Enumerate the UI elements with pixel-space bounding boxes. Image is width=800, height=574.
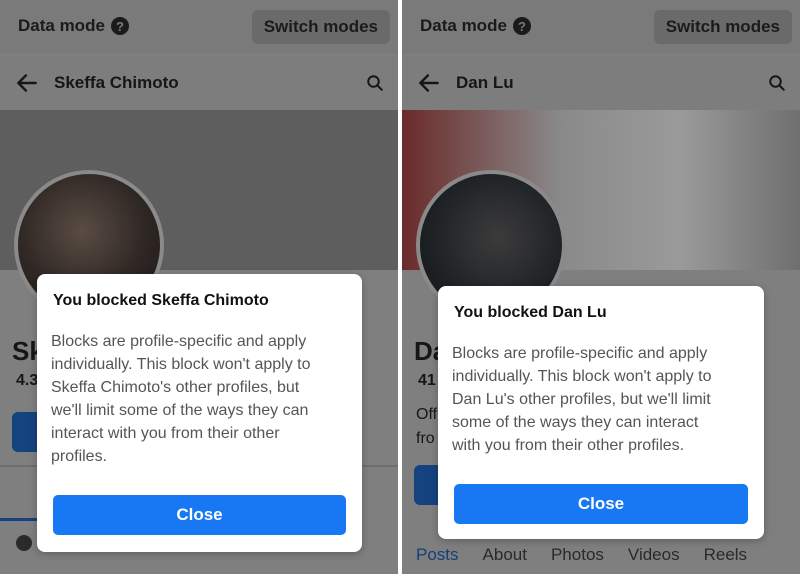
profile-header: Dan Lu bbox=[402, 56, 800, 110]
close-button[interactable]: Close bbox=[454, 484, 748, 524]
dialog-body-line: we'll limit some of the ways they can bbox=[51, 402, 309, 419]
dialog-body: Blocks are profile-specific and apply in… bbox=[51, 330, 310, 468]
dialog-body-line: individually. This block won't apply to bbox=[452, 368, 712, 385]
switch-modes-button[interactable]: Switch modes bbox=[251, 10, 390, 44]
data-mode-label: Data mode ? bbox=[420, 16, 531, 36]
block-dialog: You blocked Skeffa Chimoto Blocks are pr… bbox=[37, 274, 362, 552]
active-tab-indicator bbox=[0, 518, 40, 521]
tab-posts[interactable]: Posts bbox=[416, 545, 459, 565]
data-mode-text: Data mode bbox=[420, 16, 507, 35]
block-dialog: You blocked Dan Lu Blocks are profile-sp… bbox=[438, 286, 764, 539]
dialog-body-line: profiles. bbox=[51, 448, 108, 465]
data-mode-bar: Data mode ? Switch modes bbox=[402, 0, 800, 54]
search-icon[interactable] bbox=[768, 74, 786, 92]
dialog-body-line: Dan Lu's other profiles, but we'll limit bbox=[452, 391, 711, 408]
dialog-body-line: Skeffa Chimoto's other profiles, but bbox=[51, 379, 300, 396]
dialog-body-line: Blocks are profile-specific and apply bbox=[51, 333, 307, 350]
help-icon[interactable]: ? bbox=[512, 17, 531, 35]
profile-stat-partial: 41 bbox=[418, 372, 436, 389]
intro-text-partial: Off bbox=[416, 406, 438, 423]
intro-text-partial: fro bbox=[416, 430, 435, 447]
dialog-body-line: individually. This block won't apply to bbox=[51, 356, 311, 373]
profile-stat-partial: 4.3 bbox=[16, 372, 39, 389]
profile-name: Skeffa Chimoto bbox=[54, 73, 179, 92]
tab-reels[interactable]: Reels bbox=[704, 545, 747, 565]
back-arrow-icon[interactable] bbox=[416, 70, 442, 96]
dialog-body-line: some of the ways they can interact bbox=[452, 414, 699, 431]
dialog-body-line: Blocks are profile-specific and apply bbox=[452, 345, 708, 362]
dialog-title: You blocked Skeffa Chimoto bbox=[53, 292, 269, 309]
dialog-body: Blocks are profile-specific and apply in… bbox=[452, 342, 711, 457]
profile-tabs: Posts About Photos Videos Reels bbox=[402, 535, 800, 574]
dialog-body-line: with you from their other profiles. bbox=[452, 437, 685, 454]
switch-modes-button[interactable]: Switch modes bbox=[653, 10, 792, 44]
help-icon[interactable]: ? bbox=[110, 17, 129, 35]
close-button[interactable]: Close bbox=[53, 495, 346, 535]
dialog-title: You blocked Dan Lu bbox=[454, 304, 607, 321]
search-icon[interactable] bbox=[366, 74, 384, 92]
left-screenshot: Data mode ? Switch modes Skeffa Chimoto … bbox=[0, 0, 398, 574]
tab-about[interactable]: About bbox=[483, 545, 527, 565]
data-mode-text: Data mode bbox=[18, 16, 105, 35]
data-mode-bar: Data mode ? Switch modes bbox=[0, 0, 398, 54]
back-arrow-icon[interactable] bbox=[14, 70, 40, 96]
right-screenshot: Data mode ? Switch modes Dan Lu Da 41 Of… bbox=[402, 0, 800, 574]
tab-photos[interactable]: Photos bbox=[551, 545, 604, 565]
more-icon[interactable] bbox=[16, 535, 32, 551]
profile-header: Skeffa Chimoto bbox=[0, 56, 398, 110]
dialog-body-line: interact with you from their other bbox=[51, 425, 280, 442]
tab-videos[interactable]: Videos bbox=[628, 545, 680, 565]
data-mode-label: Data mode ? bbox=[18, 16, 129, 36]
profile-name: Dan Lu bbox=[456, 73, 514, 92]
